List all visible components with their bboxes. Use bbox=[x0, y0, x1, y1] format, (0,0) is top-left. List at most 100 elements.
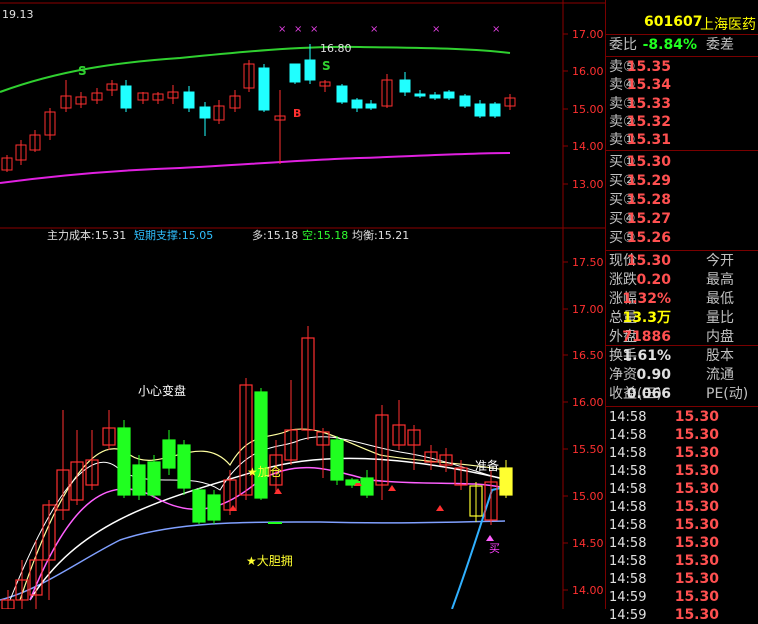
stat2-row-value: 0.066 bbox=[626, 386, 671, 402]
tick-price: 15.30 bbox=[674, 553, 719, 569]
stat-row-label2: 今开 bbox=[706, 253, 734, 269]
peak-price-label: 16.80 bbox=[320, 42, 352, 55]
bid-row: 买⑤ 15.26 bbox=[606, 230, 758, 247]
y-tick-label: 16.00 bbox=[572, 65, 604, 78]
candle-body bbox=[289, 63, 301, 83]
stat-row-value: 15.30 bbox=[626, 253, 671, 269]
balance-label: 均衡:15.21 bbox=[352, 229, 409, 242]
ask-row: 卖④ 15.34 bbox=[606, 77, 758, 94]
short-support-label: 短期支撑:15.05 bbox=[134, 228, 213, 242]
candle-body bbox=[177, 444, 191, 489]
tick-time: 14:58 bbox=[609, 572, 647, 587]
bid-row: 买③ 15.28 bbox=[606, 192, 758, 209]
stat2-row-label2: 流通 bbox=[706, 367, 734, 383]
stat2-row-label2: PE(动) bbox=[706, 386, 749, 402]
tick-price: 15.30 bbox=[674, 463, 719, 479]
candle-body bbox=[414, 93, 426, 97]
candle-body bbox=[330, 439, 344, 481]
stat2-row: 收益(三) 0.066 PE(动) bbox=[606, 386, 758, 403]
y-tick-label: 14.00 bbox=[572, 140, 604, 153]
note-bold-hold: ★大胆拥 bbox=[246, 554, 293, 568]
tick-price: 15.30 bbox=[674, 427, 719, 443]
buy-arrow-icon bbox=[486, 535, 494, 541]
stat-row: 外盘 71886 内盘 bbox=[606, 329, 758, 346]
stat-row-label: 涨跌 bbox=[609, 272, 637, 288]
tick-row: 14:58 15.30 bbox=[606, 499, 758, 516]
stat2-row-value: 0.90 bbox=[636, 367, 671, 383]
y-tick-label: 14.00 bbox=[572, 584, 604, 597]
ask-row-value: 15.33 bbox=[626, 95, 671, 112]
signal-s-right: S bbox=[322, 59, 331, 73]
stat-row-value: 1.32% bbox=[622, 291, 671, 307]
stock-code: 601607 bbox=[644, 14, 703, 30]
ratio-label: 委比 bbox=[609, 37, 637, 53]
ask-row: 卖⑤ 15.35 bbox=[606, 59, 758, 76]
candle-body bbox=[192, 489, 206, 523]
tick-row: 14:58 15.30 bbox=[606, 409, 758, 426]
y-tick-label: 16.00 bbox=[572, 396, 604, 409]
tick-row: 14:58 15.30 bbox=[606, 481, 758, 498]
tick-price: 15.30 bbox=[674, 409, 719, 425]
stat-row-value: 71886 bbox=[622, 329, 671, 345]
tick-time: 14:58 bbox=[609, 464, 647, 479]
tick-row: 14:58 15.30 bbox=[606, 535, 758, 552]
candle-body bbox=[399, 79, 411, 93]
lower-band-line bbox=[0, 152, 511, 184]
tick-price: 15.30 bbox=[674, 571, 719, 587]
y-tick-label: 17.00 bbox=[572, 303, 604, 316]
candle-body bbox=[120, 85, 132, 109]
y-tick-label: 13.00 bbox=[572, 178, 604, 191]
bid-row: 买② 15.29 bbox=[606, 173, 758, 190]
candle-body bbox=[474, 103, 486, 117]
signal-triangle-icon bbox=[436, 505, 444, 511]
bid-row-value: 15.26 bbox=[626, 230, 671, 246]
note-add: ★加仓 bbox=[247, 465, 282, 479]
bid-row: 买④ 15.27 bbox=[606, 211, 758, 228]
cross-marker: × bbox=[310, 24, 318, 35]
stat-row: 涨跌 0.20 最高 bbox=[606, 272, 758, 289]
tick-price: 15.30 bbox=[674, 607, 719, 623]
tick-row: 14:58 15.30 bbox=[606, 463, 758, 480]
ask-row-value: 15.31 bbox=[626, 132, 671, 149]
candle-body bbox=[304, 59, 316, 81]
ask-row: 卖① 15.31 bbox=[606, 132, 758, 149]
tick-row: 14:58 15.30 bbox=[606, 571, 758, 588]
stat-row-label2: 内盘 bbox=[706, 329, 734, 345]
y-tick-label: 15.50 bbox=[572, 443, 604, 456]
note-buy: 买 bbox=[489, 542, 500, 555]
candle-body bbox=[254, 391, 268, 499]
tick-time: 14:58 bbox=[609, 518, 647, 533]
candle-body bbox=[360, 477, 374, 496]
tick-price: 15.30 bbox=[674, 589, 719, 605]
stat-row-label2: 最低 bbox=[706, 291, 734, 307]
tick-price: 15.30 bbox=[674, 481, 719, 497]
top-high-label: 19.13 bbox=[2, 8, 34, 21]
note-careful: 小心变盘 bbox=[138, 383, 186, 398]
bid-row: 买① 15.30 bbox=[606, 154, 758, 171]
ratio-value: -8.84% bbox=[642, 37, 697, 53]
kline-chart[interactable]: 19.13 17.00 16.00 15.00 14.00 13.00 × × × × × × 1… bbox=[0, 0, 605, 609]
stat2-row-label: 净资 bbox=[609, 367, 637, 383]
candle-body bbox=[132, 464, 146, 496]
candle-body bbox=[429, 94, 441, 99]
tick-row: 14:58 15.30 bbox=[606, 517, 758, 534]
y-tick-label: 16.50 bbox=[572, 349, 604, 362]
note-prepare: 准备 bbox=[475, 459, 499, 473]
signal-triangle-icon bbox=[388, 485, 396, 491]
cross-marker: × bbox=[278, 24, 286, 35]
ratio-row: 委比 -8.84% 委差 bbox=[606, 37, 758, 54]
cross-marker: × bbox=[370, 24, 378, 35]
stat-row-value: 0.20 bbox=[636, 272, 671, 288]
cross-marker: × bbox=[432, 24, 440, 35]
quote-panel: 601607 上海医药 委比 -8.84% 委差 卖⑤ 15.35 卖④ 15.34 卖… bbox=[605, 0, 758, 623]
candle-body bbox=[183, 91, 195, 109]
tick-time: 14:59 bbox=[609, 590, 647, 605]
tick-time: 14:58 bbox=[609, 536, 647, 551]
candle-body bbox=[365, 103, 377, 109]
y-tick-label: 15.00 bbox=[572, 103, 604, 116]
cross-marker: × bbox=[492, 24, 500, 35]
stat2-row: 换手 1.61% 股本 bbox=[606, 348, 758, 365]
candle-body bbox=[499, 467, 513, 496]
tick-time: 14:58 bbox=[609, 446, 647, 461]
candle-body bbox=[147, 461, 161, 496]
